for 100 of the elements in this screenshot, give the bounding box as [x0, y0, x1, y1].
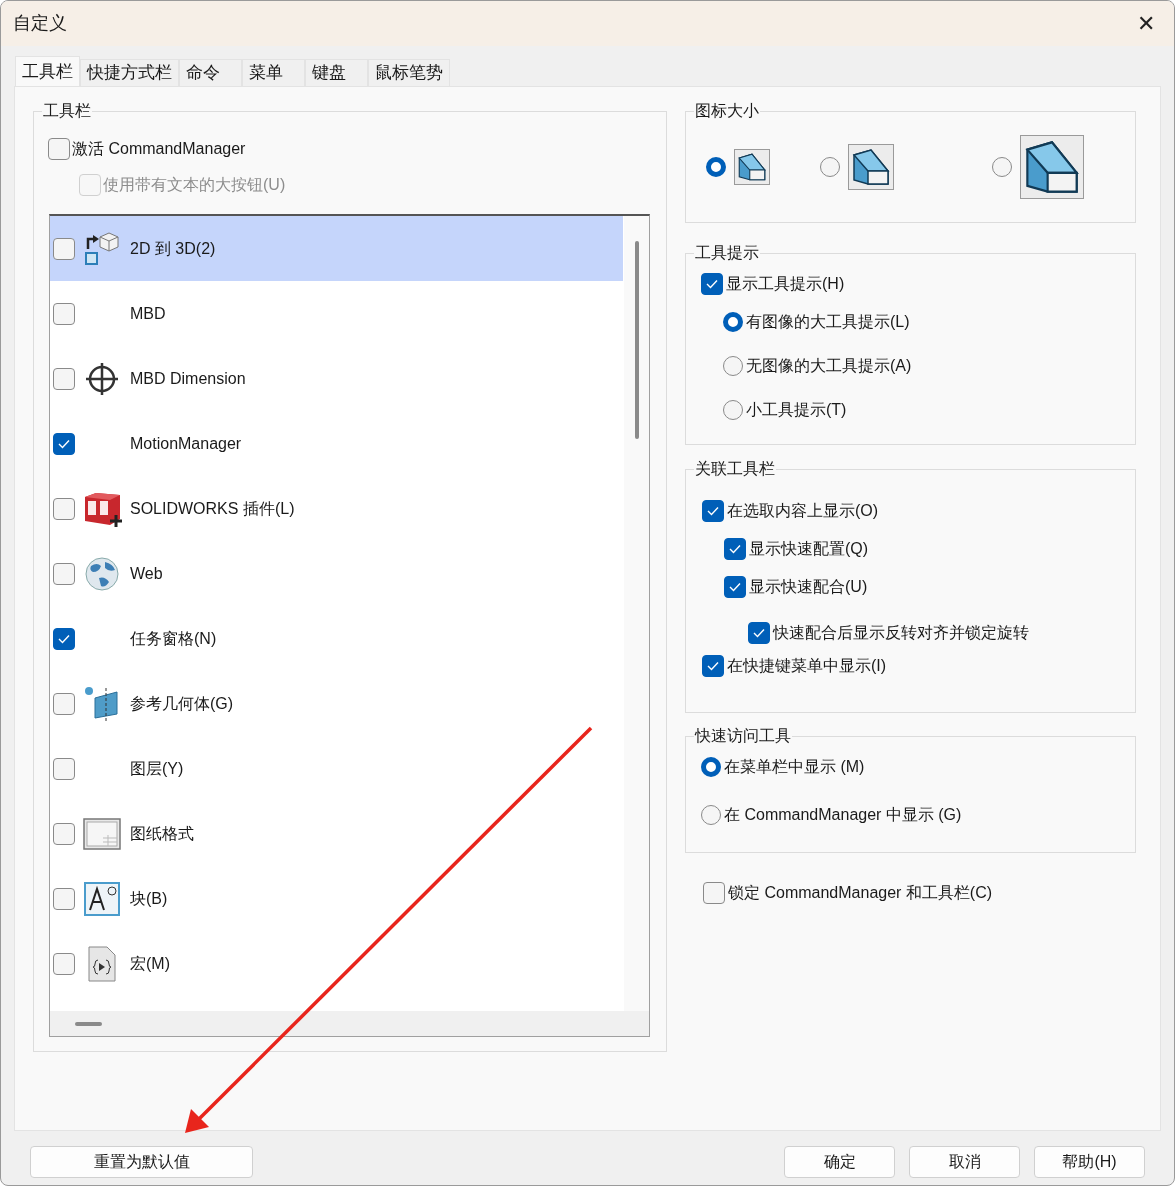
list-item-label: 块(B) — [130, 888, 168, 909]
group-title: 关联工具栏 — [694, 458, 776, 480]
checkbox-label: 锁定 CommandManager 和工具栏(C) — [728, 883, 993, 903]
checkbox-label: 快速配合后显示反转对齐并锁定旋转 — [773, 623, 1029, 643]
reset-button[interactable]: 重置为默认值 — [30, 1146, 253, 1178]
list-item-label: 2D 到 3D(2) — [130, 238, 216, 259]
tab[interactable]: 命令 — [179, 59, 242, 86]
check-icon — [707, 661, 719, 671]
radio-button[interactable] — [701, 757, 721, 777]
icon-size-option[interactable] — [734, 149, 770, 185]
macro-file-icon — [87, 945, 117, 982]
checkbox[interactable] — [724, 538, 746, 560]
block-letter-icon — [84, 881, 120, 916]
addin-cube-icon — [82, 490, 122, 527]
group-title: 工具栏 — [42, 100, 92, 122]
radio-label: 在菜单栏中显示 (M) — [724, 757, 865, 777]
list-item[interactable]: MotionManager — [50, 411, 623, 476]
checkbox[interactable] — [724, 576, 746, 598]
checkbox[interactable] — [53, 302, 75, 325]
dialog-button[interactable]: 取消 — [909, 1146, 1020, 1178]
checkbox[interactable] — [53, 822, 75, 845]
close-button[interactable]: ✕ — [1128, 5, 1164, 42]
check-icon — [707, 506, 719, 516]
checkbox[interactable] — [702, 655, 724, 677]
tab[interactable]: 快捷方式栏 — [80, 59, 179, 86]
tab[interactable]: 工具栏 — [15, 56, 80, 86]
checkbox[interactable] — [702, 500, 724, 522]
checkbox[interactable] — [748, 622, 770, 644]
list-item[interactable]: Web — [50, 541, 623, 606]
radio-button[interactable] — [701, 805, 721, 825]
list-item-label: 宏(M) — [130, 953, 170, 974]
checkbox[interactable] — [53, 237, 75, 260]
checkbox[interactable] — [53, 757, 75, 780]
radio-button[interactable] — [706, 157, 726, 177]
list-item[interactable]: 任务窗格(N) — [50, 606, 623, 671]
checkbox[interactable] — [703, 882, 725, 904]
icon-size-option[interactable] — [1020, 135, 1084, 199]
list-item[interactable]: 图纸格式 — [50, 801, 623, 866]
check-icon — [58, 633, 70, 644]
list-item[interactable]: 宏(M) — [50, 931, 623, 996]
checkbox[interactable] — [53, 952, 75, 975]
cube-icon — [851, 147, 891, 187]
list-item[interactable]: 块(B) — [50, 866, 623, 931]
list-item-label: 图纸格式 — [130, 823, 194, 844]
list-item-label: Web — [130, 563, 163, 584]
radio-button[interactable] — [820, 157, 840, 177]
list-item-label: 图层(Y) — [130, 758, 184, 779]
radio-label: 在 CommandManager 中显示 (G) — [724, 805, 962, 825]
checkbox-label: 显示快速配置(Q) — [749, 539, 869, 559]
horizontal-scrollbar[interactable] — [50, 1011, 649, 1036]
tab[interactable]: 键盘 — [305, 59, 368, 86]
vertical-scrollbar[interactable] — [624, 216, 649, 1013]
group-title: 工具提示 — [694, 242, 760, 264]
radio-button[interactable] — [723, 312, 743, 332]
radio-label: 小工具提示(T) — [746, 400, 847, 420]
checkbox[interactable] — [53, 497, 75, 520]
list-item-label: SOLIDWORKS 插件(L) — [130, 498, 295, 519]
checkbox[interactable] — [48, 138, 70, 160]
checkbox-label: 显示工具提示(H) — [726, 274, 845, 294]
list-item-label: 参考几何体(G) — [130, 693, 234, 714]
dialog-button[interactable]: 确定 — [784, 1146, 895, 1178]
scroll-thumb[interactable] — [634, 241, 639, 439]
radio-label: 无图像的大工具提示(A) — [746, 356, 912, 376]
cube-icon — [1023, 138, 1081, 196]
list-item[interactable]: 图层(Y) — [50, 736, 623, 801]
dialog-button[interactable]: 帮助(H) — [1034, 1146, 1145, 1178]
checkbox[interactable] — [701, 273, 723, 295]
icon-size-option[interactable] — [848, 144, 894, 190]
list-item[interactable]: MBD Dimension — [50, 346, 623, 411]
list-item[interactable]: SOLIDWORKS 插件(L) — [50, 476, 623, 541]
check-icon — [706, 279, 718, 289]
tab[interactable]: 菜单 — [242, 59, 305, 86]
check-icon — [729, 544, 741, 554]
radio-button[interactable] — [723, 400, 743, 420]
checkbox[interactable] — [53, 627, 75, 650]
list-item-label: 任务窗格(N) — [130, 628, 217, 649]
checkbox-label: 在选取内容上显示(O) — [727, 501, 879, 521]
checkbox-label: 在快捷键菜单中显示(I) — [727, 656, 887, 676]
sheet-format-icon — [83, 817, 121, 850]
window-title: 自定义 — [13, 12, 67, 35]
list-item[interactable]: MBD — [50, 281, 623, 346]
list-item[interactable]: 2D 到 3D(2) — [50, 216, 623, 281]
list-item-label: MBD Dimension — [130, 368, 246, 389]
checkbox-label: 使用带有文本的大按钮(U) — [103, 175, 286, 195]
checkbox-label: 显示快速配合(U) — [749, 577, 868, 597]
scroll-thumb[interactable] — [75, 1021, 102, 1026]
group-title: 图标大小 — [694, 100, 760, 122]
check-icon — [58, 438, 70, 449]
checkbox[interactable] — [53, 692, 75, 715]
tab[interactable]: 鼠标笔势 — [368, 59, 450, 86]
checkbox[interactable] — [53, 887, 75, 910]
group-title: 快速访问工具 — [694, 725, 792, 747]
list-item[interactable]: 参考几何体(G) — [50, 671, 623, 736]
radio-button[interactable] — [992, 157, 1012, 177]
radio-button[interactable] — [723, 356, 743, 376]
crosshair-icon — [84, 360, 120, 397]
checkbox[interactable] — [53, 367, 75, 390]
checkbox[interactable] — [53, 562, 75, 585]
checkbox[interactable] — [53, 432, 75, 455]
checkbox-label: 激活 CommandManager — [72, 139, 246, 159]
